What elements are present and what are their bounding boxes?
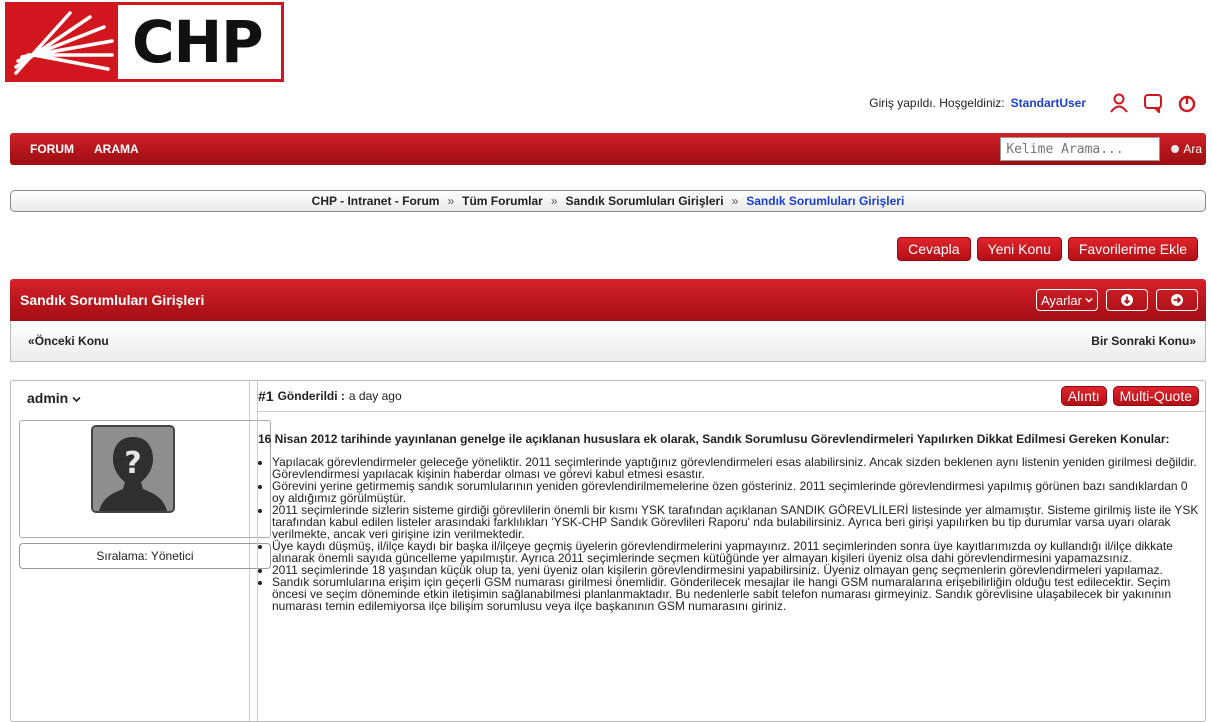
breadcrumb-separator: » (550, 194, 558, 208)
thread-header: Sandık Sorumluları Girişleri Ayarlar (10, 279, 1206, 321)
chp-logo[interactable]: CHP (5, 2, 284, 82)
author-name: admin (27, 390, 69, 406)
post-content: #1 Gönderildi : a day ago Alıntı Multi-Q… (257, 381, 1205, 721)
topic-actions: Cevapla Yeni Konu Favorilerime Ekle (897, 237, 1198, 261)
post-time: a day ago (348, 389, 402, 403)
avatar-frame: ? (19, 420, 271, 538)
logout-icon[interactable] (1176, 92, 1198, 114)
svg-text:?: ? (124, 446, 141, 481)
forum-post: admin ? Sıralama: Yönetici #1 Gönderildi… (10, 380, 1206, 722)
profile-icon[interactable] (1108, 92, 1130, 114)
post-body: 16 Nisan 2012 tarihinde yayınlanan genel… (258, 432, 1199, 613)
breadcrumb-separator: » (731, 194, 739, 208)
post-author-panel: admin ? Sıralama: Yönetici (11, 381, 271, 721)
search-button[interactable]: Ara (1170, 142, 1202, 156)
search-input[interactable] (1000, 137, 1161, 161)
list-item: Üye kaydı düşmüş, il/ilçe kaydı bir başk… (272, 540, 1199, 564)
nav-forum-link[interactable]: FORUM (30, 142, 74, 156)
post-lead: 16 Nisan 2012 tarihinde yayınlanan genel… (258, 432, 1170, 446)
six-arrows-icon (8, 5, 118, 79)
username-link[interactable]: StandartUser (1011, 96, 1086, 110)
breadcrumb-current-topic[interactable]: Sandık Sorumluları Girişleri (746, 194, 904, 208)
post-number[interactable]: #1 (258, 388, 274, 404)
welcome-text: Giriş yapıldı. Hoşgeldiniz: (869, 96, 1005, 110)
user-bar: Giriş yapıldı. Hoşgeldiniz: StandartUser (869, 92, 1198, 114)
post-list: Yapılacak görevlendirmeler geleceğe yöne… (258, 456, 1199, 612)
settings-dropdown[interactable]: Ayarlar (1036, 289, 1098, 311)
post-sent-label: Gönderildi : (277, 389, 345, 403)
author-rank: Sıralama: Yönetici (19, 543, 271, 569)
anonymous-user-icon: ? (93, 427, 173, 511)
search-icon (1171, 145, 1180, 153)
thread-title: Sandık Sorumluları Girişleri (20, 292, 205, 308)
multi-quote-button[interactable]: Multi-Quote (1112, 386, 1199, 406)
logo-text: CHP (132, 8, 264, 76)
topic-navigation: «Önceki Konu Bir Sonraki Konu» (10, 321, 1206, 362)
list-item: Sandık sorumlularına erişim için geçerli… (272, 576, 1199, 612)
previous-topic-label: Önceki Konu (34, 334, 109, 348)
breadcrumb-all-forums[interactable]: Tüm Forumlar (462, 194, 543, 208)
breadcrumb: CHP - Intranet - Forum » Tüm Forumlar » … (10, 190, 1206, 212)
settings-label: Ayarlar (1041, 292, 1082, 308)
main-navbar: FORUM ARAMA Ara (10, 133, 1206, 165)
scroll-down-button[interactable] (1106, 289, 1148, 311)
post-header: #1 Gönderildi : a day ago Alıntı Multi-Q… (258, 381, 1205, 412)
search-button-label: Ara (1183, 142, 1202, 156)
list-item: Görevini yerine getirmemiş sandık soruml… (272, 480, 1199, 504)
arrow-right-circle-icon (1171, 294, 1183, 306)
arrow-down-circle-icon (1121, 294, 1133, 306)
next-topic-label: Bir Sonraki Konu (1091, 334, 1190, 348)
search-area: Ara (1000, 137, 1206, 161)
new-topic-button[interactable]: Yeni Konu (976, 237, 1062, 261)
list-item: Yapılacak görevlendirmeler geleceğe yöne… (272, 456, 1199, 480)
breadcrumb-separator: » (447, 194, 455, 208)
list-item: 2011 seçimlerinde sizlerin sisteme girdi… (272, 504, 1199, 540)
thread-tools: Ayarlar (1036, 289, 1198, 311)
next-page-button[interactable] (1156, 289, 1198, 311)
breadcrumb-forum[interactable]: Sandık Sorumluları Girişleri (566, 194, 724, 208)
quote-button[interactable]: Alıntı (1060, 386, 1107, 406)
messages-icon[interactable] (1142, 92, 1164, 114)
nav-search-link[interactable]: ARAMA (94, 142, 139, 156)
chevron-down-icon (1085, 297, 1093, 303)
reply-button[interactable]: Cevapla (897, 237, 971, 261)
next-topic-link[interactable]: Bir Sonraki Konu» (1091, 334, 1196, 348)
previous-topic-link[interactable]: «Önceki Konu (28, 334, 109, 348)
chevron-down-icon (72, 396, 81, 403)
quote-buttons: Alıntı Multi-Quote (1060, 386, 1199, 406)
add-favorite-button[interactable]: Favorilerime Ekle (1067, 237, 1198, 261)
breadcrumb-intranet[interactable]: CHP - Intranet - Forum (312, 194, 440, 208)
avatar[interactable]: ? (91, 425, 175, 513)
post-author[interactable]: admin (27, 390, 81, 406)
